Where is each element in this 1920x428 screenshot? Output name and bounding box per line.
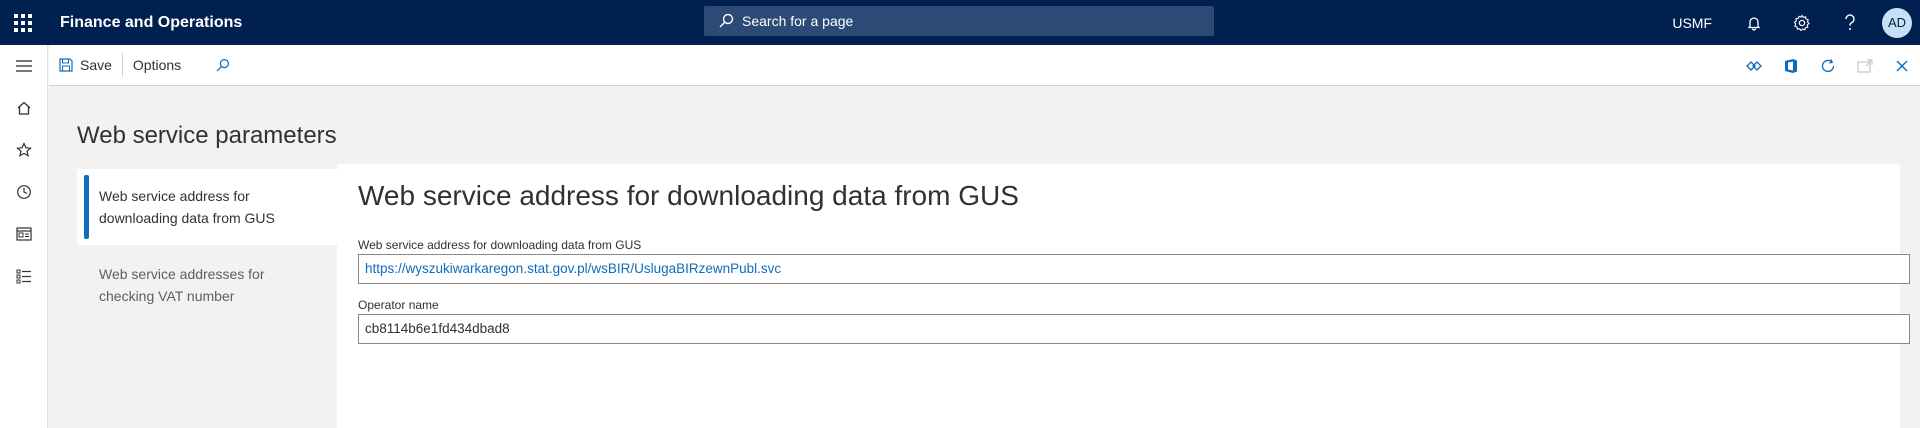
- save-button[interactable]: Save: [49, 45, 122, 86]
- workspace-icon: [16, 227, 32, 241]
- tab-panel: Web service address for downloading data…: [348, 164, 1910, 428]
- tab-vat-addresses[interactable]: Web service addresses for checking VAT n…: [77, 245, 337, 307]
- refresh-button[interactable]: [1809, 45, 1846, 86]
- office-button[interactable]: [1772, 45, 1809, 86]
- clock-icon: [17, 185, 31, 199]
- operator-name-field[interactable]: cb8114b6e1fd434dbad8: [358, 314, 1910, 344]
- form-content: Web service address for downloading data…: [77, 164, 1910, 428]
- page-search-box[interactable]: Search for a page: [704, 6, 1214, 36]
- vertical-tab-list: Web service address for downloading data…: [77, 164, 337, 428]
- left-nav-pane: [0, 45, 48, 428]
- popout-icon: [1856, 58, 1873, 73]
- hamburger-icon: [16, 60, 32, 72]
- diamond-arrows-icon: [1745, 60, 1762, 71]
- refresh-icon: [1821, 58, 1834, 72]
- save-icon: [59, 58, 73, 72]
- bell-icon: [1747, 16, 1761, 31]
- top-nav-bar: Finance and Operations Search for a page…: [0, 0, 1920, 45]
- nav-workspaces[interactable]: [0, 213, 48, 255]
- nav-home[interactable]: [0, 87, 48, 129]
- settings-button[interactable]: [1778, 0, 1826, 45]
- tab-label: Web service addresses for checking VAT n…: [99, 266, 265, 304]
- close-button[interactable]: [1883, 45, 1920, 86]
- tab-gus-address[interactable]: Web service address for downloading data…: [77, 169, 337, 245]
- question-icon: [1845, 13, 1855, 30]
- search-icon: [216, 58, 230, 72]
- power-apps-button[interactable]: [1735, 45, 1772, 86]
- search-icon: [719, 13, 734, 28]
- expand-nav-button[interactable]: [0, 45, 48, 87]
- star-icon: [16, 142, 32, 158]
- tab-label: Web service address for downloading data…: [99, 188, 275, 226]
- nav-favorites[interactable]: [0, 129, 48, 171]
- help-button[interactable]: [1826, 0, 1874, 45]
- list-icon: [16, 269, 31, 284]
- home-icon: [17, 101, 31, 115]
- options-button[interactable]: Options: [123, 45, 191, 86]
- avatar[interactable]: AD: [1882, 7, 1912, 38]
- action-pane: Save Options: [49, 45, 1920, 86]
- office-icon: [1784, 58, 1797, 73]
- search-placeholder: Search for a page: [742, 13, 854, 29]
- app-launcher-button[interactable]: [0, 0, 46, 45]
- company-picker[interactable]: USMF: [1672, 15, 1712, 31]
- save-label: Save: [80, 57, 112, 73]
- gear-icon: [1793, 13, 1810, 31]
- operator-name-label: Operator name: [358, 298, 439, 312]
- close-icon: [1896, 60, 1907, 71]
- waffle-icon: [14, 13, 32, 32]
- notifications-button[interactable]: [1730, 0, 1778, 45]
- gus-address-label: Web service address for downloading data…: [358, 238, 642, 252]
- page-title: Web service parameters: [77, 122, 337, 149]
- gus-address-field[interactable]: https://wyszukiwarkaregon.stat.gov.pl/ws…: [358, 254, 1910, 284]
- section-title: Web service address for downloading data…: [358, 180, 1019, 211]
- options-label: Options: [132, 57, 182, 73]
- nav-modules[interactable]: [0, 255, 48, 297]
- nav-recent[interactable]: [0, 171, 48, 213]
- app-title[interactable]: Finance and Operations: [60, 14, 242, 32]
- open-new-window-button[interactable]: [1846, 45, 1883, 86]
- find-button[interactable]: [205, 45, 240, 86]
